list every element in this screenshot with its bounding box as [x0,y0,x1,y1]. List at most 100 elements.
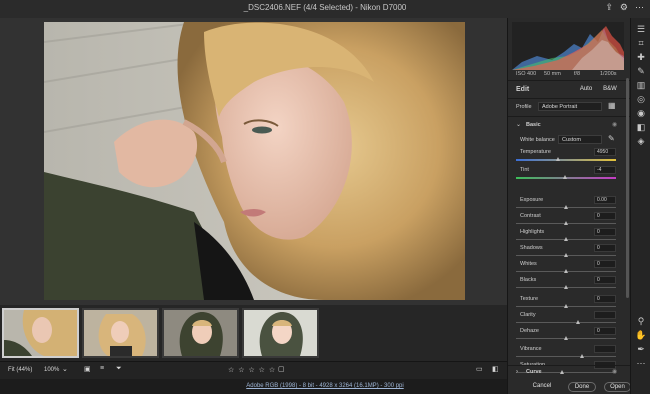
slider-handle[interactable] [563,269,568,273]
slider-track[interactable] [516,285,616,289]
eyedropper-icon[interactable]: ✎ [608,134,615,143]
slider-blacks[interactable]: Blacks 0 [508,276,631,291]
presets-icon[interactable]: ◈ [631,136,650,147]
more-icon[interactable]: ⋯ [635,2,644,13]
slider-value-field[interactable]: 0 [594,276,616,284]
trash-icon[interactable]: ▢ [278,365,285,373]
slider-vibrance[interactable]: Vibrance [508,345,631,360]
slider-value-field[interactable]: 0 [594,260,616,268]
auto-button[interactable]: Auto [576,85,596,95]
slider-handle[interactable] [562,175,567,179]
slider-label: Blacks [520,277,537,283]
zoom-100-button[interactable]: 100% [44,367,59,373]
filter-icon[interactable]: ⏷ [116,365,122,373]
slider-handle[interactable] [563,304,568,308]
slider-value-field[interactable]: 0.00 [594,196,616,204]
chevron-down-icon[interactable]: ⌄ [62,365,68,373]
slider-handle[interactable] [575,320,580,324]
bw-button[interactable]: B&W [600,85,620,95]
thumbnail[interactable] [162,308,239,358]
profile-browser-icon[interactable]: ▦ [608,101,616,110]
slider-tint[interactable]: Tint -4 [508,166,631,181]
slider-track[interactable] [516,237,616,241]
profile-dropdown[interactable]: Adobe Portrait [538,102,602,111]
slider-label: Whites [520,261,537,267]
slider-value-field[interactable]: 0 [594,295,616,303]
slider-handle[interactable] [563,285,568,289]
healing-icon[interactable]: ✚ [631,52,650,63]
radial-gradient-icon[interactable]: ◎ [631,94,650,105]
slider-track[interactable] [516,253,616,257]
thumbnail[interactable] [242,308,319,358]
linear-gradient-icon[interactable]: ▥ [631,80,650,91]
slider-handle[interactable] [563,205,568,209]
chevron-down-icon[interactable]: ⌄ [516,121,521,128]
slider-track[interactable] [516,336,616,340]
titlebar-icons: ⇪ ⚙ ⋯ [605,2,644,13]
slider-track[interactable] [516,175,616,179]
slider-exposure[interactable]: Exposure 0.00 [508,196,631,211]
filmstrip-view-icon[interactable]: ▣ [84,365,91,373]
cancel-button[interactable]: Cancel [528,382,556,392]
slider-dehaze[interactable]: Dehaze 0 [508,327,631,342]
hand-icon[interactable]: ✋ [631,330,650,341]
visibility-icon[interactable]: ◉ [612,121,617,128]
more-icon[interactable]: ⋯ [631,358,650,369]
open-button[interactable]: Open [604,382,631,392]
slider-handle[interactable] [579,354,584,358]
slider-handle[interactable] [559,370,564,374]
color-sampler-icon[interactable]: ✒ [631,344,650,355]
white-balance-dropdown[interactable]: Custom [558,135,602,144]
slider-value-field[interactable] [594,311,616,319]
slider-track[interactable] [516,157,616,161]
slider-value-field[interactable]: -4 [594,166,616,174]
snapshots-icon[interactable]: ◧ [631,122,650,133]
basic-section-title[interactable]: Basic [526,122,541,128]
slider-track[interactable] [516,221,616,225]
slider-track[interactable] [516,354,616,358]
visibility-icon[interactable]: ◉ [612,368,617,375]
sort-icon[interactable]: ≡ [100,365,104,372]
settings-icon[interactable]: ⚙ [620,2,628,13]
slider-track[interactable] [516,205,616,209]
curve-section-title[interactable]: Curve [526,369,542,375]
slider-value-field[interactable]: 4950 [594,148,616,156]
slider-highlights[interactable]: Highlights 0 [508,228,631,243]
brush-icon[interactable]: ✎ [631,66,650,77]
slider-value-field[interactable]: 0 [594,327,616,335]
image-canvas[interactable] [0,18,507,305]
slider-texture[interactable]: Texture 0 [508,295,631,310]
zoom-fit-button[interactable]: Fit (44%) [8,367,32,373]
slider-handle[interactable] [555,157,560,161]
red-eye-icon[interactable]: ◉ [631,108,650,119]
crop-icon[interactable]: ⌗ [631,38,650,49]
single-view-icon[interactable]: ▭ [476,365,483,373]
slider-track[interactable] [516,269,616,273]
thumbnail[interactable] [2,308,79,358]
chevron-right-icon[interactable]: › [516,369,518,375]
zoom-icon[interactable]: ⚲ [631,316,650,327]
slider-value-field[interactable]: 0 [594,228,616,236]
slider-contrast[interactable]: Contrast 0 [508,212,631,227]
slider-handle[interactable] [563,336,568,340]
slider-track[interactable] [516,304,616,308]
histogram [512,22,624,70]
compare-view-icon[interactable]: ◧ [492,365,499,373]
slider-handle[interactable] [563,253,568,257]
star-rating[interactable]: ☆ ☆ ☆ ☆ ☆ [228,366,276,374]
slider-value-field[interactable]: 0 [594,244,616,252]
done-button[interactable]: Done [568,382,596,392]
slider-value-field[interactable]: 0 [594,212,616,220]
slider-value-field[interactable] [594,345,616,353]
thumbnail[interactable] [82,308,159,358]
slider-track[interactable] [516,320,616,324]
slider-temperature[interactable]: Temperature 4950 [508,148,631,163]
slider-clarity[interactable]: Clarity [508,311,631,326]
slider-shadows[interactable]: Shadows 0 [508,244,631,259]
panel-scrollbar[interactable] [626,78,629,298]
edit-sliders-icon[interactable]: ☰ [631,24,650,35]
slider-handle[interactable] [563,237,568,241]
slider-handle[interactable] [563,221,568,225]
slider-whites[interactable]: Whites 0 [508,260,631,275]
export-icon[interactable]: ⇪ [605,2,613,13]
